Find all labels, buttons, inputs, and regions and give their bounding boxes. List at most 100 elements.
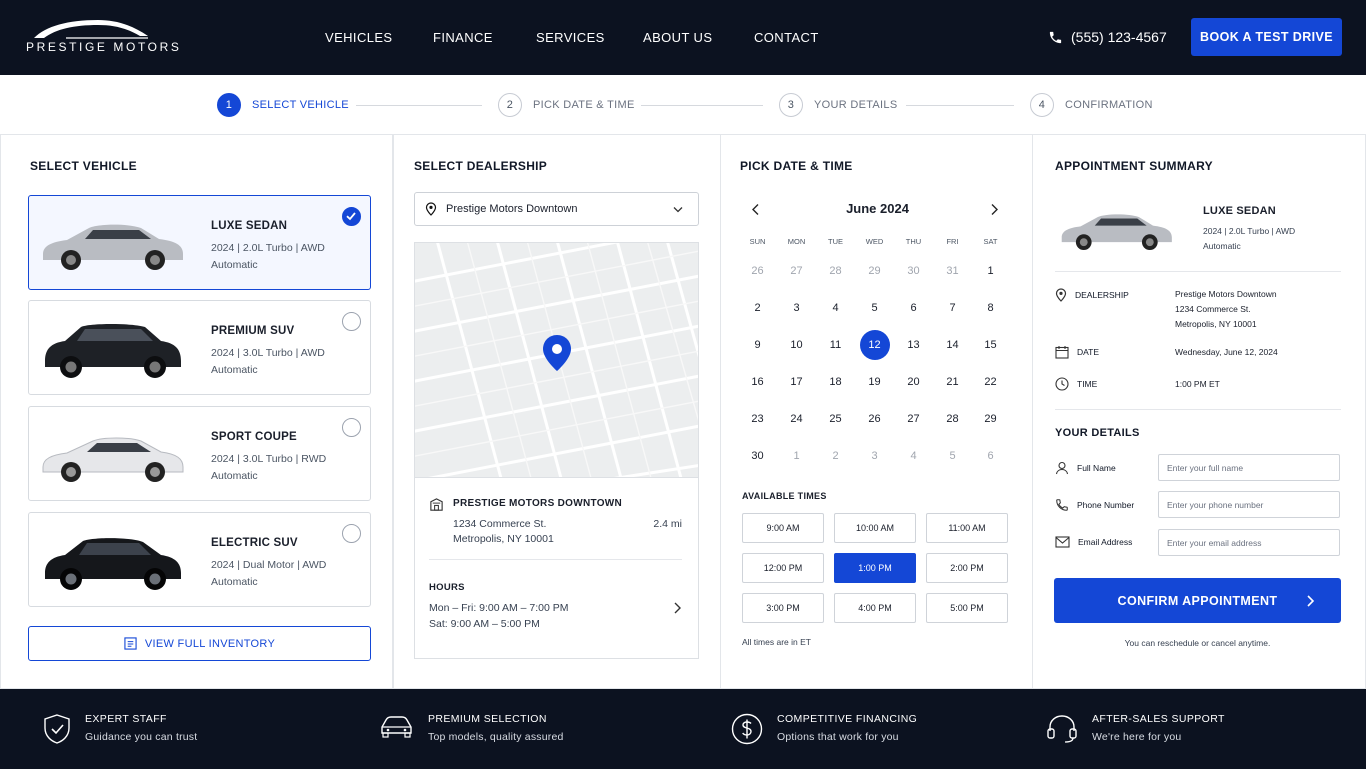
dealership-address-line1: 1234 Commerce St. [453,518,547,530]
electric-suv-image-icon [45,538,181,590]
calendar-day[interactable]: 19 [855,376,894,388]
calendar-day[interactable]: 22 [971,376,1010,388]
time-slot[interactable]: 11:00 AM [926,513,1008,543]
calendar-day[interactable]: 26 [738,265,777,277]
timezone-note: All times are in ET [742,637,811,647]
view-full-inventory-button[interactable]: VIEW FULL INVENTORY [28,626,371,661]
calendar-day[interactable]: 31 [933,265,972,277]
vehicle-card-luxe-sedan[interactable]: LUXE SEDAN 2024 | 2.0L Turbo | AWD Autom… [28,195,371,290]
summary-date-label: DATE [1077,347,1100,357]
calendar-day[interactable]: 21 [933,376,972,388]
time-slot[interactable]: 2:00 PM [926,553,1008,583]
time-slot[interactable]: 4:00 PM [834,593,916,623]
calendar-day[interactable]: 20 [894,376,933,388]
calendar-day[interactable]: 2 [738,302,777,314]
calendar-day[interactable]: 3 [777,302,816,314]
step-select-vehicle[interactable]: 1 SELECT VEHICLE [217,93,349,117]
vehicle-card-sport-coupe[interactable]: SPORT COUPE 2024 | 3.0L Turbo | RWD Auto… [28,406,371,501]
vehicle-radio[interactable] [342,524,361,543]
calendar-day[interactable]: 1 [777,450,816,462]
confirm-appointment-button[interactable]: CONFIRM APPOINTMENT [1054,578,1341,623]
time-slot[interactable]: 5:00 PM [926,593,1008,623]
chevron-right-icon[interactable] [673,601,682,615]
summary-time-row: TIME [1055,377,1097,391]
feature-after-sales-support: AFTER-SALES SUPPORT We're here for you [1046,713,1225,745]
calendar-day[interactable]: 17 [777,376,816,388]
vehicle-radio[interactable] [342,418,361,437]
calendar-day[interactable]: 25 [816,413,855,425]
time-slot[interactable]: 9:00 AM [742,513,824,543]
calendar-day[interactable]: 29 [971,413,1010,425]
calendar-day[interactable]: 24 [777,413,816,425]
nav-about-us[interactable]: ABOUT US [643,30,712,45]
calendar-day[interactable]: 16 [738,376,777,388]
calendar-day[interactable]: 15 [971,339,1010,351]
book-test-drive-button[interactable]: BOOK A TEST DRIVE [1191,18,1342,56]
calendar-day[interactable]: 29 [855,265,894,277]
calendar-day[interactable]: 27 [777,265,816,277]
chevron-right-icon[interactable] [990,203,999,216]
nav-finance[interactable]: FINANCE [433,30,493,45]
nav-contact[interactable]: CONTACT [754,30,819,45]
full-name-input[interactable] [1158,454,1340,481]
time-slot-selected[interactable]: 1:00 PM [834,553,916,583]
calendar-day[interactable]: 5 [933,450,972,462]
vehicle-radio-checked[interactable] [342,207,361,226]
calendar-day[interactable]: 6 [894,302,933,314]
feature-title: AFTER-SALES SUPPORT [1092,713,1225,725]
calendar-day[interactable]: 11 [816,339,855,351]
feature-text: We're here for you [1092,731,1182,743]
calendar-day[interactable]: 30 [738,450,777,462]
confirm-appointment-label: CONFIRM APPOINTMENT [1117,593,1278,608]
calendar-day[interactable]: 5 [855,302,894,314]
phone-link[interactable]: (555) 123-4567 [1048,29,1167,45]
calendar-day[interactable]: 23 [738,413,777,425]
email-address-input[interactable] [1158,529,1340,556]
calendar-day[interactable]: 1 [971,265,1010,277]
nav-vehicles[interactable]: VEHICLES [325,30,393,45]
dealership-map[interactable] [414,242,699,477]
calendar-day[interactable]: 3 [855,450,894,462]
calendar-day[interactable]: 13 [894,339,933,351]
calendar-day[interactable]: 30 [894,265,933,277]
time-slot[interactable]: 3:00 PM [742,593,824,623]
weekday-label: FRI [946,237,959,246]
weekday-label: THU [905,237,922,246]
step-label: SELECT VEHICLE [252,99,349,111]
calendar-day[interactable]: 28 [933,413,972,425]
calendar-day[interactable]: 26 [855,413,894,425]
calendar-day[interactable]: 7 [933,302,972,314]
time-slot[interactable]: 10:00 AM [834,513,916,543]
vehicle-radio[interactable] [342,312,361,331]
calendar-day[interactable]: 27 [894,413,933,425]
step-your-details[interactable]: 3 YOUR DETAILS [779,93,897,117]
calendar-day[interactable]: 8 [971,302,1010,314]
suv-image-icon [45,324,181,378]
summary-car-image-icon [1061,214,1172,251]
calendar-day[interactable]: 6 [971,450,1010,462]
calendar-day-selected[interactable]: 12 [855,339,894,351]
calendar-day[interactable]: 2 [816,450,855,462]
summary-time-value: 1:00 PM ET [1175,379,1220,389]
calendar-day[interactable]: 18 [816,376,855,388]
time-slot[interactable]: 12:00 PM [742,553,824,583]
headset-icon [1047,715,1077,743]
calendar-day[interactable]: 14 [933,339,972,351]
step-confirmation[interactable]: 4 CONFIRMATION [1030,93,1153,117]
vehicle-name: PREMIUM SUV [211,325,295,337]
dollar-icon [731,713,763,745]
calendar-day[interactable]: 4 [894,450,933,462]
phone-icon [1049,31,1062,43]
nav-services[interactable]: SERVICES [536,30,605,45]
dealership-select[interactable]: Prestige Motors Downtown [414,192,699,226]
vehicle-card-electric-suv[interactable]: ELECTRIC SUV 2024 | Dual Motor | AWD Aut… [28,512,371,607]
calendar-day[interactable]: 10 [777,339,816,351]
calendar-day[interactable]: 9 [738,339,777,351]
phone-number-input[interactable] [1158,491,1340,518]
calendar-day[interactable]: 28 [816,265,855,277]
vehicle-card-premium-suv[interactable]: PREMIUM SUV 2024 | 3.0L Turbo | AWD Auto… [28,300,371,395]
calendar-day[interactable]: 4 [816,302,855,314]
brand-name: PRESTIGE MOTORS [26,40,182,54]
step-pick-date-time[interactable]: 2 PICK DATE & TIME [498,93,635,117]
feature-title: PREMIUM SELECTION [428,713,547,725]
